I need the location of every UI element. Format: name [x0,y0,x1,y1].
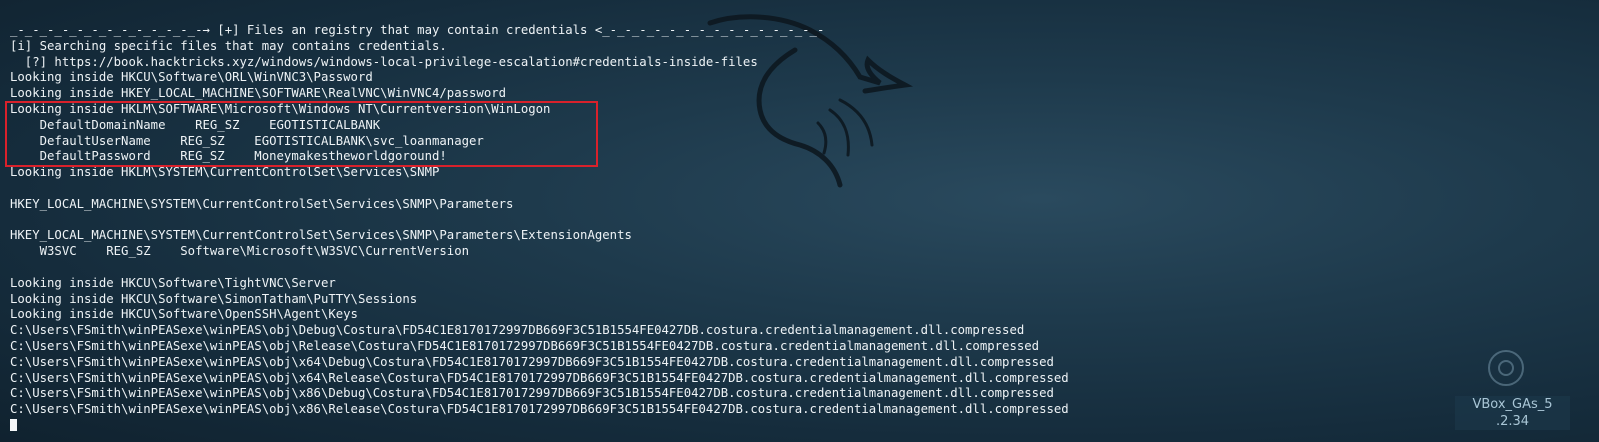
vbox-label-line1: VBox_GAs_5 [1472,397,1553,412]
terminal-line: HKEY_LOCAL_MACHINE\SYSTEM\CurrentControl… [10,196,514,211]
terminal-line: [?] https://book.hacktricks.xyz/windows/… [10,54,758,69]
terminal-line: Looking inside HKCU\Software\ORL\WinVNC3… [10,70,373,85]
terminal-line: C:\Users\FSmith\winPEASexe\winPEAS\obj\x… [10,354,1054,369]
terminal-line: HKEY_LOCAL_MACHINE\SYSTEM\CurrentControl… [10,228,632,243]
terminal-line: Looking inside HKCU\Software\TightVNC\Se… [10,275,336,290]
terminal-output[interactable]: _-_-_-_-_-_-_-_-_-_-_-_-_-→ [+] Files an… [10,23,1590,438]
vbox-label-line2: .2.34 [1495,414,1530,429]
terminal-line: C:\Users\FSmith\winPEASexe\winPEAS\obj\x… [10,386,1054,401]
virtualbox-icon [1488,350,1524,386]
terminal-line: [i] Searching specific files that may co… [10,38,447,53]
terminal-line: Looking inside HKEY_LOCAL_MACHINE\SOFTWA… [10,86,507,101]
credentials-highlight-box [5,101,598,167]
terminal-line: W3SVC REG_SZ Software\Microsoft\W3SVC\Cu… [10,244,470,259]
vbox-guest-additions-label: VBox_GAs_5 .2.34 [1455,396,1570,430]
terminal-line: C:\Users\FSmith\winPEASexe\winPEAS\obj\D… [10,323,1025,338]
terminal-line: C:\Users\FSmith\winPEASexe\winPEAS\obj\R… [10,338,1040,353]
terminal-line: Looking inside HKCU\Software\SimonTatham… [10,291,418,306]
terminal-line: _-_-_-_-_-_-_-_-_-_-_-_-_-→ [+] Files an… [10,23,825,37]
terminal-line: Looking inside HKCU\Software\OpenSSH\Age… [10,307,358,322]
terminal-line: C:\Users\FSmith\winPEASexe\winPEAS\obj\x… [10,402,1069,417]
terminal-line: C:\Users\FSmith\winPEASexe\winPEAS\obj\x… [10,370,1069,385]
terminal-line: Looking inside HKLM\SYSTEM\CurrentContro… [10,165,440,180]
cursor-block [10,419,17,432]
terminal-prompt-line[interactable] [10,418,1590,434]
